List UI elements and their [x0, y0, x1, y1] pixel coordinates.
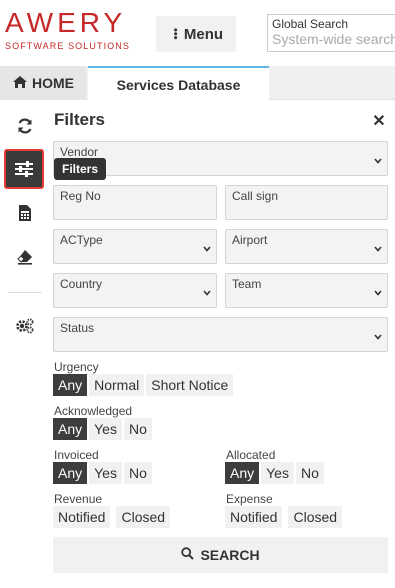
- global-search-label: Global Search: [272, 17, 349, 31]
- close-icon[interactable]: ✕: [371, 111, 387, 131]
- chevron-down-icon: [374, 289, 382, 298]
- status-label: Status: [60, 321, 95, 335]
- country-select[interactable]: Country: [53, 273, 217, 308]
- expense-label: Expense: [226, 492, 273, 506]
- team-select[interactable]: Team: [225, 273, 388, 308]
- refresh-icon: [16, 117, 34, 135]
- global-search-input[interactable]: [272, 31, 395, 47]
- team-label: Team: [232, 277, 262, 291]
- country-label: Country: [60, 277, 103, 291]
- chevron-down-icon: [374, 333, 382, 342]
- urgency-toggle: Any Normal Short Notice: [53, 374, 234, 396]
- left-toolbar: [0, 100, 48, 588]
- acknowledged-label: Acknowledged: [54, 404, 133, 418]
- clear-filters-button[interactable]: [6, 238, 44, 276]
- acknowledged-option-yes[interactable]: Yes: [89, 418, 122, 440]
- settings-icon: [15, 317, 35, 335]
- kebab-icon: •••: [168, 28, 181, 40]
- filters-icon: [14, 160, 34, 178]
- call-sign-field[interactable]: Call sign: [225, 185, 388, 220]
- logo-tagline: SOFTWARE SOLUTIONS: [5, 41, 130, 51]
- invoiced-option-yes[interactable]: Yes: [89, 462, 122, 484]
- menu-button[interactable]: ••• Menu: [156, 16, 236, 52]
- revenue-option-notified[interactable]: Notified: [53, 506, 111, 528]
- toolbar-divider: [8, 292, 42, 293]
- acknowledged-option-no[interactable]: No: [123, 418, 152, 440]
- revenue-label: Revenue: [54, 492, 103, 506]
- actype-label: ACType: [60, 233, 103, 247]
- awery-logo[interactable]: AWERY SOFTWARE SOLUTIONS: [5, 7, 130, 52]
- tab-services-database[interactable]: Services Database: [88, 66, 269, 101]
- expense-option-closed[interactable]: Closed: [288, 506, 343, 528]
- calculator-icon: [18, 204, 32, 222]
- vendor-label: Vendor: [60, 145, 99, 159]
- settings-button[interactable]: [6, 307, 44, 345]
- app-header: AWERY SOFTWARE SOLUTIONS ••• Menu Global…: [0, 0, 395, 66]
- filters-button[interactable]: [4, 149, 44, 189]
- home-icon: [12, 75, 28, 92]
- acknowledged-option-any[interactable]: Any: [53, 418, 88, 440]
- invoiced-option-no[interactable]: No: [123, 462, 152, 484]
- actype-select[interactable]: ACType: [53, 229, 217, 264]
- chevron-down-icon: [203, 289, 211, 298]
- allocated-option-yes[interactable]: Yes: [261, 462, 294, 484]
- airport-label: Airport: [232, 233, 268, 247]
- search-button[interactable]: SEARCH: [53, 537, 388, 573]
- urgency-option-any[interactable]: Any: [53, 374, 88, 396]
- invoiced-option-any[interactable]: Any: [53, 462, 88, 484]
- acknowledged-toggle: Any Yes No: [53, 418, 152, 440]
- chevron-down-icon: [374, 245, 382, 254]
- invoiced-label: Invoiced: [54, 448, 99, 462]
- chevron-down-icon: [374, 157, 382, 166]
- chevron-down-icon: [203, 245, 211, 254]
- global-search[interactable]: Global Search: [267, 14, 395, 52]
- menu-label: Menu: [183, 25, 224, 43]
- search-icon: [181, 547, 195, 563]
- search-button-label: SEARCH: [200, 547, 260, 563]
- expense-option-notified[interactable]: Notified: [225, 506, 283, 528]
- airport-select[interactable]: Airport: [225, 229, 388, 264]
- tab-services-database-label: Services Database: [116, 76, 241, 93]
- urgency-option-normal[interactable]: Normal: [89, 374, 145, 396]
- allocated-option-any[interactable]: Any: [225, 462, 260, 484]
- allocated-toggle: Any Yes No: [225, 462, 324, 484]
- revenue-toggle: Notified Closed: [53, 506, 171, 528]
- allocated-label: Allocated: [226, 448, 276, 462]
- tab-home[interactable]: HOME: [0, 66, 86, 100]
- tab-bar: HOME Services Database: [0, 66, 395, 101]
- call-sign-label: Call sign: [232, 189, 279, 203]
- expense-toggle: Notified Closed: [225, 506, 343, 528]
- filters-title: Filters: [54, 110, 106, 129]
- status-select[interactable]: Status: [53, 317, 388, 352]
- filters-tooltip: Filters: [54, 158, 107, 180]
- tab-home-label: HOME: [32, 75, 74, 91]
- reg-no-field[interactable]: Reg No: [53, 185, 217, 220]
- urgency-option-short-notice[interactable]: Short Notice: [146, 374, 234, 396]
- revenue-option-closed[interactable]: Closed: [116, 506, 171, 528]
- reg-no-label: Reg No: [60, 189, 101, 203]
- urgency-label: Urgency: [54, 360, 99, 374]
- allocated-option-no[interactable]: No: [295, 462, 324, 484]
- eraser-icon: [16, 249, 34, 265]
- logo-wordmark: AWERY: [5, 7, 127, 38]
- refresh-button[interactable]: [6, 107, 44, 145]
- invoiced-toggle: Any Yes No: [53, 462, 152, 484]
- calculator-button[interactable]: [6, 194, 44, 232]
